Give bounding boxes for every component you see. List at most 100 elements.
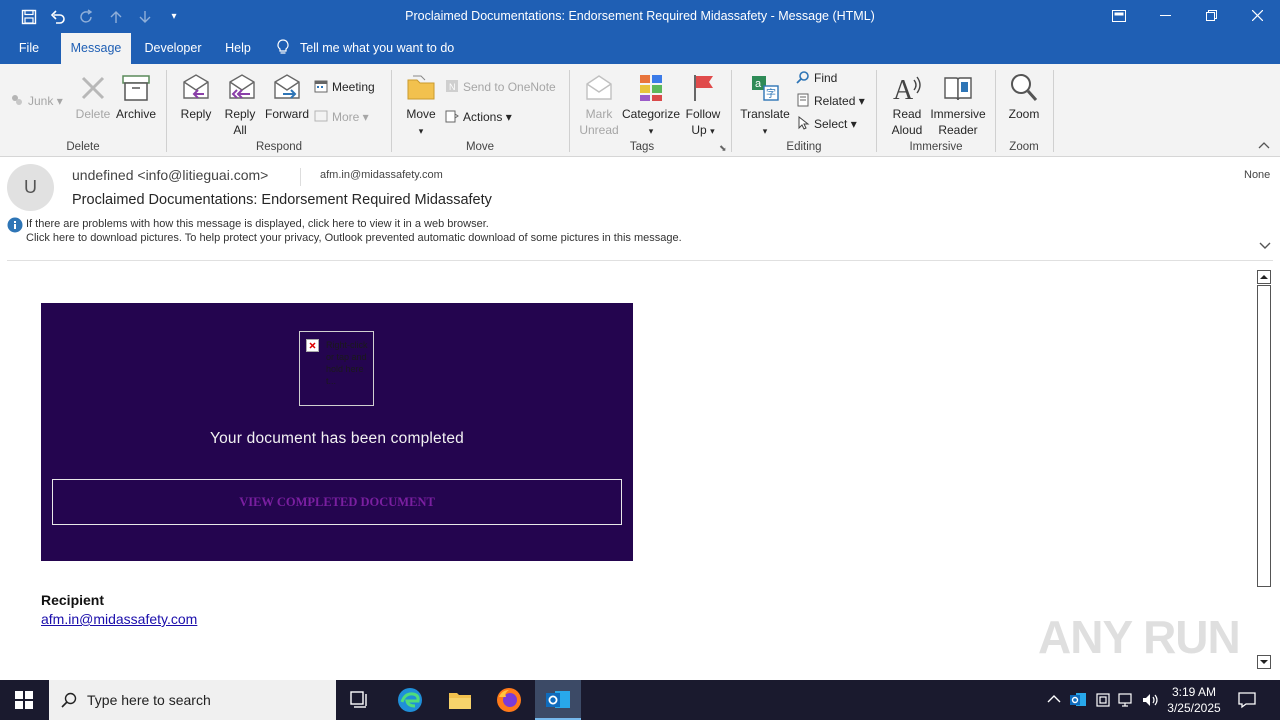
reply-all-icon	[229, 74, 255, 99]
close-button[interactable]	[1234, 0, 1280, 33]
translate-label: Translate	[740, 107, 790, 121]
delete-label: Delete	[75, 107, 111, 121]
document-completed-text: Your document has been completed	[210, 430, 464, 447]
ribbon-separator	[1053, 70, 1054, 152]
mark-unread-button[interactable]: Mark Unread	[578, 72, 620, 138]
recipient-email-link[interactable]: afm.in@midassafety.com	[41, 611, 197, 627]
volume-icon[interactable]	[1142, 692, 1160, 711]
reply-all-button[interactable]: Reply All	[218, 72, 262, 138]
outlook-icon	[546, 691, 570, 708]
blocked-image-placeholder[interactable]: Right-click or tap and hold here t...	[299, 331, 374, 406]
reply-icon	[183, 74, 209, 99]
next-item-icon[interactable]	[133, 7, 157, 27]
scroll-up-button[interactable]	[1257, 270, 1271, 284]
notifications-icon[interactable]	[1238, 691, 1256, 712]
send-to-onenote-button[interactable]: N Send to OneNote	[445, 77, 556, 97]
taskbar-clock[interactable]: 3:19 AM 3/25/2025	[1166, 684, 1222, 716]
zoom-button[interactable]: Zoom	[1004, 72, 1044, 122]
lightbulb-icon	[277, 39, 289, 54]
taskbar-search-box[interactable]: Type here to search	[49, 680, 336, 720]
taskbar-edge[interactable]	[390, 680, 430, 720]
infobar-download-pictures[interactable]: Click here to download pictures. To help…	[26, 232, 682, 244]
recipient-to[interactable]: afm.in@midassafety.com	[320, 169, 443, 181]
scroll-down-button[interactable]	[1257, 655, 1271, 669]
vertical-scrollbar[interactable]	[1256, 268, 1273, 670]
ribbon-display-options-icon[interactable]	[1096, 0, 1142, 33]
task-view-icon	[350, 691, 367, 708]
taskbar-firefox[interactable]	[489, 680, 529, 720]
calendar-icon	[314, 80, 328, 93]
tray-device-icon[interactable]	[1095, 692, 1111, 711]
network-icon[interactable]	[1118, 692, 1136, 711]
junk-button[interactable]: Junk ▾	[10, 91, 63, 111]
tab-developer[interactable]: Developer	[138, 33, 208, 64]
tell-me-search[interactable]: Tell me what you want to do	[276, 33, 476, 64]
firefox-icon	[497, 688, 521, 712]
move-label: Move	[406, 107, 436, 121]
task-view-button[interactable]	[340, 680, 380, 720]
svg-text:N: N	[449, 82, 456, 92]
related-icon	[797, 93, 809, 107]
recipient-label: Recipient	[41, 592, 105, 608]
reply-button[interactable]: Reply	[176, 72, 216, 122]
immersive-group-label: Immersive	[909, 141, 963, 153]
find-icon	[796, 71, 809, 84]
actions-button[interactable]: Actions ▾	[445, 107, 512, 127]
expand-header-icon[interactable]	[1259, 239, 1271, 253]
start-button[interactable]	[0, 680, 48, 720]
clock-date: 3/25/2025	[1167, 701, 1221, 715]
read-aloud-icon: A	[893, 75, 921, 104]
taskbar-file-explorer[interactable]	[440, 680, 480, 720]
ribbon-separator	[876, 70, 877, 152]
send-onenote-label: Send to OneNote	[463, 80, 556, 94]
minimize-button[interactable]	[1142, 0, 1188, 33]
show-hidden-icons-icon[interactable]	[1047, 693, 1061, 707]
flag-icon	[694, 75, 713, 101]
tray-outlook-icon[interactable]	[1070, 692, 1087, 711]
tab-message[interactable]: Message	[61, 33, 131, 64]
restore-button[interactable]	[1188, 0, 1234, 33]
taskbar-outlook[interactable]	[535, 680, 581, 720]
search-icon	[61, 692, 77, 708]
immersive-reader-button[interactable]: Immersive Reader	[928, 72, 988, 138]
archive-button[interactable]: Archive	[114, 72, 158, 122]
related-button[interactable]: Related ▾	[796, 91, 865, 111]
move-button[interactable]: Move ▾	[402, 72, 440, 139]
categorize-button[interactable]: Categorize ▾	[621, 72, 681, 139]
immersive-reader-label-2: Reader	[938, 123, 978, 137]
redo-icon[interactable]	[75, 7, 99, 27]
follow-up-label-1: Follow	[685, 107, 721, 121]
meeting-button[interactable]: Meeting	[314, 77, 375, 97]
retention-policy: None	[1244, 169, 1271, 181]
read-aloud-button[interactable]: A Read Aloud	[886, 72, 928, 138]
message-header: U undefined <info@litieguai.com> afm.in@…	[0, 157, 1280, 261]
junk-icon	[12, 95, 22, 105]
forward-icon	[274, 74, 300, 99]
forward-button[interactable]: Forward	[263, 72, 311, 122]
infobar-view-in-browser[interactable]: If there are problems with how this mess…	[26, 218, 489, 230]
tags-dialog-launcher-icon[interactable]: ⬊	[719, 143, 727, 154]
translate-button[interactable]: a字 Translate ▾	[739, 72, 791, 139]
delete-button[interactable]: Delete	[72, 72, 114, 122]
customize-toolbar-icon[interactable]: ▾	[162, 7, 186, 27]
tab-file[interactable]: File	[8, 33, 50, 64]
forward-label: Forward	[264, 107, 309, 121]
undo-icon[interactable]	[46, 7, 70, 27]
view-completed-document-button[interactable]: VIEW COMPLETED DOCUMENT	[52, 479, 622, 525]
move-group-label: Move	[465, 141, 495, 153]
read-aloud-label-2: Aloud	[891, 123, 923, 137]
find-button[interactable]: Find	[796, 68, 837, 88]
collapse-ribbon-icon[interactable]	[1258, 140, 1270, 152]
follow-up-button[interactable]: Follow Up ▾	[683, 72, 723, 139]
cursor-icon	[798, 116, 810, 130]
more-respond-button[interactable]: More ▾	[314, 107, 369, 127]
translate-icon: a字	[752, 76, 779, 101]
scroll-thumb[interactable]	[1257, 285, 1271, 587]
avatar[interactable]: U	[7, 164, 54, 211]
sender[interactable]: undefined <info@litieguai.com>	[72, 167, 268, 183]
delete-x-icon	[81, 76, 105, 100]
tab-help[interactable]: Help	[216, 33, 260, 64]
previous-item-icon[interactable]	[104, 7, 128, 27]
save-icon[interactable]	[17, 7, 41, 27]
select-button[interactable]: Select ▾	[796, 114, 857, 134]
